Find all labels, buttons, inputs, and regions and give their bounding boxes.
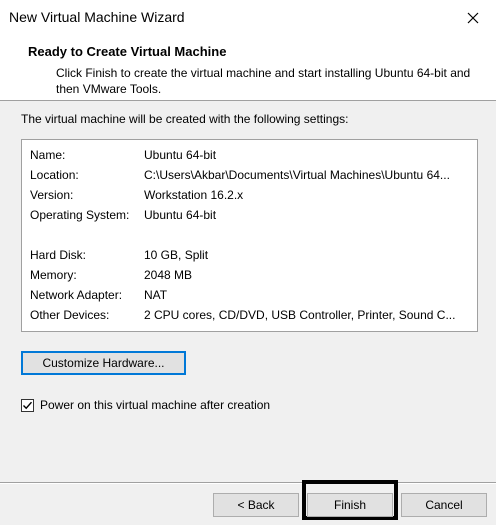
row-label: Hard Disk: [30, 248, 87, 262]
row-label: Operating System: [30, 208, 130, 222]
power-on-checkbox[interactable] [21, 398, 34, 412]
row-value: NAT [144, 288, 168, 302]
settings-summary: Name: Ubuntu 64-bit Location: C:\Users\A… [21, 139, 478, 332]
row-value: 2 CPU cores, CD/DVD, USB Controller, Pri… [144, 308, 456, 322]
footer-separator [0, 482, 496, 484]
back-button[interactable]: < Back [213, 493, 299, 517]
customize-hardware-button[interactable]: Customize Hardware... [21, 351, 186, 375]
window-title: New Virtual Machine Wizard [9, 9, 185, 25]
row-value: 2048 MB [144, 268, 193, 282]
row-value: Workstation 16.2.x [144, 188, 244, 202]
title-bar: New Virtual Machine Wizard [0, 0, 496, 36]
cancel-button[interactable]: Cancel [401, 493, 487, 517]
power-on-option[interactable]: Power on this virtual machine after crea… [21, 396, 270, 414]
row-value: C:\Users\Akbar\Documents\Virtual Machine… [144, 168, 450, 182]
row-value: 10 GB, Split [144, 248, 209, 262]
row-label: Location: [30, 168, 79, 182]
row-label: Version: [30, 188, 74, 202]
row-value: Ubuntu 64-bit [144, 208, 217, 222]
settings-intro: The virtual machine will be created with… [21, 112, 349, 126]
row-label: Network Adapter: [30, 288, 123, 302]
page-description: Click Finish to create the virtual machi… [56, 66, 471, 96]
close-icon [467, 12, 479, 24]
row-label: Other Devices: [30, 308, 110, 322]
finish-button[interactable]: Finish [307, 493, 393, 517]
row-value: Ubuntu 64-bit [144, 148, 217, 162]
close-button[interactable] [450, 0, 496, 36]
wizard-header: Ready to Create Virtual Machine Click Fi… [0, 36, 496, 101]
checkmark-icon [23, 401, 33, 409]
row-label: Name: [30, 148, 66, 162]
page-title: Ready to Create Virtual Machine [28, 44, 227, 59]
row-label: Memory: [30, 268, 77, 282]
power-on-label: Power on this virtual machine after crea… [40, 398, 271, 412]
